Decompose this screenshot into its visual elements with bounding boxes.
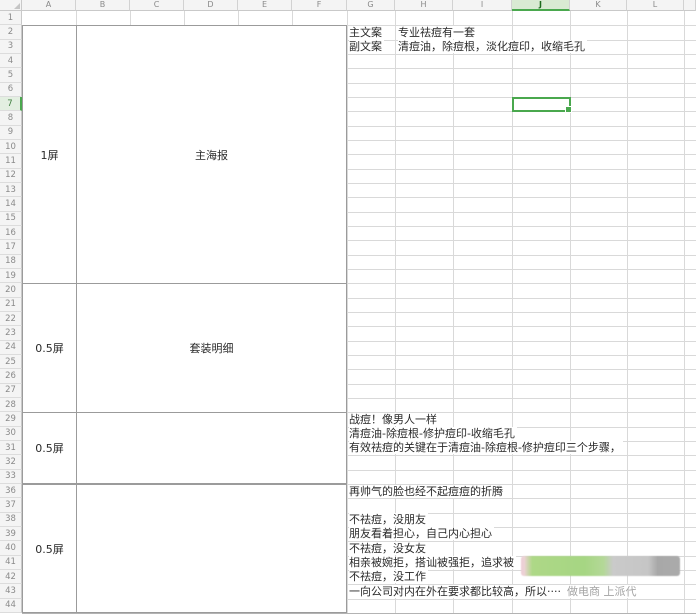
column-header-C[interactable]: C [130,0,184,11]
column-header-J[interactable]: J [512,0,570,11]
row-header-17[interactable]: 17 [0,240,22,254]
screen-label: 0.5屏 [35,541,64,557]
column-header-G[interactable]: G [347,0,395,11]
row-header-37[interactable]: 37 [0,498,22,512]
row-header-5[interactable]: 5 [0,68,22,82]
row-header-13[interactable]: 13 [0,183,22,197]
selected-cell-J7[interactable] [512,97,571,112]
row-header-42[interactable]: 42 [0,570,22,584]
cell-G2[interactable]: 主文案 [349,26,384,39]
column-header-H[interactable]: H [395,0,453,11]
cell-title-1[interactable]: 主海报 [77,26,346,283]
row-header-23[interactable]: 23 [0,326,22,340]
row-header-15[interactable]: 15 [0,212,22,226]
row-header-28[interactable]: 28 [0,398,22,412]
cell-G40[interactable]: 不祛痘，没女友 [349,542,428,555]
cell-title-3[interactable] [77,413,346,483]
cell-title-2[interactable]: 套装明细 [77,284,346,412]
cell-H3[interactable]: 清痘油，除痘根，淡化痘印，收缩毛孔 [398,40,587,53]
row-header-26[interactable]: 26 [0,369,22,383]
row-header-29[interactable]: 29 [0,412,22,426]
cell-G43-text: 一向公司对内在外在要求都比较高，所以···· [349,585,561,598]
row-header-7[interactable]: 7 [0,97,22,111]
column-header-F[interactable]: F [292,0,347,11]
row-header-31[interactable]: 31 [0,441,22,455]
section-title: 套装明细 [190,340,234,356]
row-header-16[interactable]: 16 [0,226,22,240]
column-header-D[interactable]: D [184,0,238,11]
section-block-3[interactable]: 0.5屏 [22,412,347,484]
row-header-19[interactable]: 19 [0,269,22,283]
row-header-2[interactable]: 2 [0,25,22,39]
column-header-I[interactable]: I [453,0,512,11]
watermark-text: 做电商 上派代 [567,585,637,598]
row-header-43[interactable]: 43 [0,584,22,598]
row-header-9[interactable]: 9 [0,126,22,140]
screen-label: 0.5屏 [35,340,64,356]
row-header-44[interactable]: 44 [0,599,22,613]
row-header-6[interactable]: 6 [0,83,22,97]
cell-G30[interactable]: 清痘油-除痘根-修护痘印-收缩毛孔 [349,427,517,440]
cell-G29[interactable]: 战痘！像男人一样 [349,413,439,426]
screen-label: 0.5屏 [35,440,64,456]
section-block-2[interactable]: 0.5屏 套装明细 [22,283,347,413]
row-header-33[interactable]: 33 [0,470,22,484]
row-header-41[interactable]: 41 [0,556,22,570]
spreadsheet: 1屏 主海报 0.5屏 套装明细 0.5屏 0.5屏 主文案 专业祛痘有一套 副… [0,0,696,615]
row-header-18[interactable]: 18 [0,255,22,269]
row-header-11[interactable]: 11 [0,154,22,168]
row-header-39[interactable]: 39 [0,527,22,541]
cell-G31[interactable]: 有效祛痘的关键在于清痘油-除痘根-修护痘印三个步骤， [349,441,623,454]
section-block-1[interactable]: 1屏 主海报 [22,25,347,284]
cell-G38[interactable]: 不祛痘，没朋友 [349,513,428,526]
row-header-4[interactable]: 4 [0,54,22,68]
row-header-3[interactable]: 3 [0,40,22,54]
cell-G39[interactable]: 朋友看着担心，自己内心担心 [349,527,494,540]
row-header-25[interactable]: 25 [0,355,22,369]
cell-H2[interactable]: 专业祛痘有一套 [398,26,477,39]
column-header-B[interactable]: B [76,0,130,11]
cell-G3[interactable]: 副文案 [349,40,384,53]
row-header-20[interactable]: 20 [0,283,22,297]
cell-G43[interactable]: 一向公司对内在外在要求都比较高，所以···· 做电商 上派代 [349,585,639,598]
cell-title-4[interactable] [77,485,346,612]
row-header-27[interactable]: 27 [0,384,22,398]
corner-triangle-icon [14,3,20,9]
select-all-corner[interactable] [0,0,22,11]
column-header-m[interactable] [684,0,696,11]
gridline [22,613,696,614]
row-header-14[interactable]: 14 [0,197,22,211]
fill-handle[interactable] [565,106,572,113]
screen-label: 1屏 [41,147,59,163]
column-header-L[interactable]: L [627,0,684,11]
row-header-36[interactable]: 36 [0,484,22,498]
row-header-22[interactable]: 22 [0,312,22,326]
row-header-38[interactable]: 38 [0,513,22,527]
section-title: 主海报 [195,147,228,163]
row-header-30[interactable]: 30 [0,427,22,441]
row-header-8[interactable]: 8 [0,111,22,125]
cell-screen-3[interactable]: 0.5屏 [23,413,77,483]
cell-G42[interactable]: 不祛痘，没工作 [349,570,428,583]
row-header-10[interactable]: 10 [0,140,22,154]
cell-screen-1[interactable]: 1屏 [23,26,77,283]
cell-G36[interactable]: 再帅气的脸也经不起痘痘的折腾 [349,485,505,498]
row-header-32[interactable]: 32 [0,455,22,469]
row-header-24[interactable]: 24 [0,341,22,355]
column-header-E[interactable]: E [238,0,292,11]
row-header-12[interactable]: 12 [0,169,22,183]
blurred-watermark-patch [521,556,680,576]
row-header-1[interactable]: 1 [0,11,22,25]
row-header-21[interactable]: 21 [0,298,22,312]
row-header-40[interactable]: 40 [0,541,22,555]
column-header-A[interactable]: A [22,0,76,11]
cell-screen-2[interactable]: 0.5屏 [23,284,77,412]
cell-G41[interactable]: 相亲被婉拒，搭讪被强拒，追求被 [349,556,516,569]
cell-screen-4[interactable]: 0.5屏 [23,485,77,612]
column-header-K[interactable]: K [570,0,627,11]
section-block-4[interactable]: 0.5屏 [22,484,347,613]
